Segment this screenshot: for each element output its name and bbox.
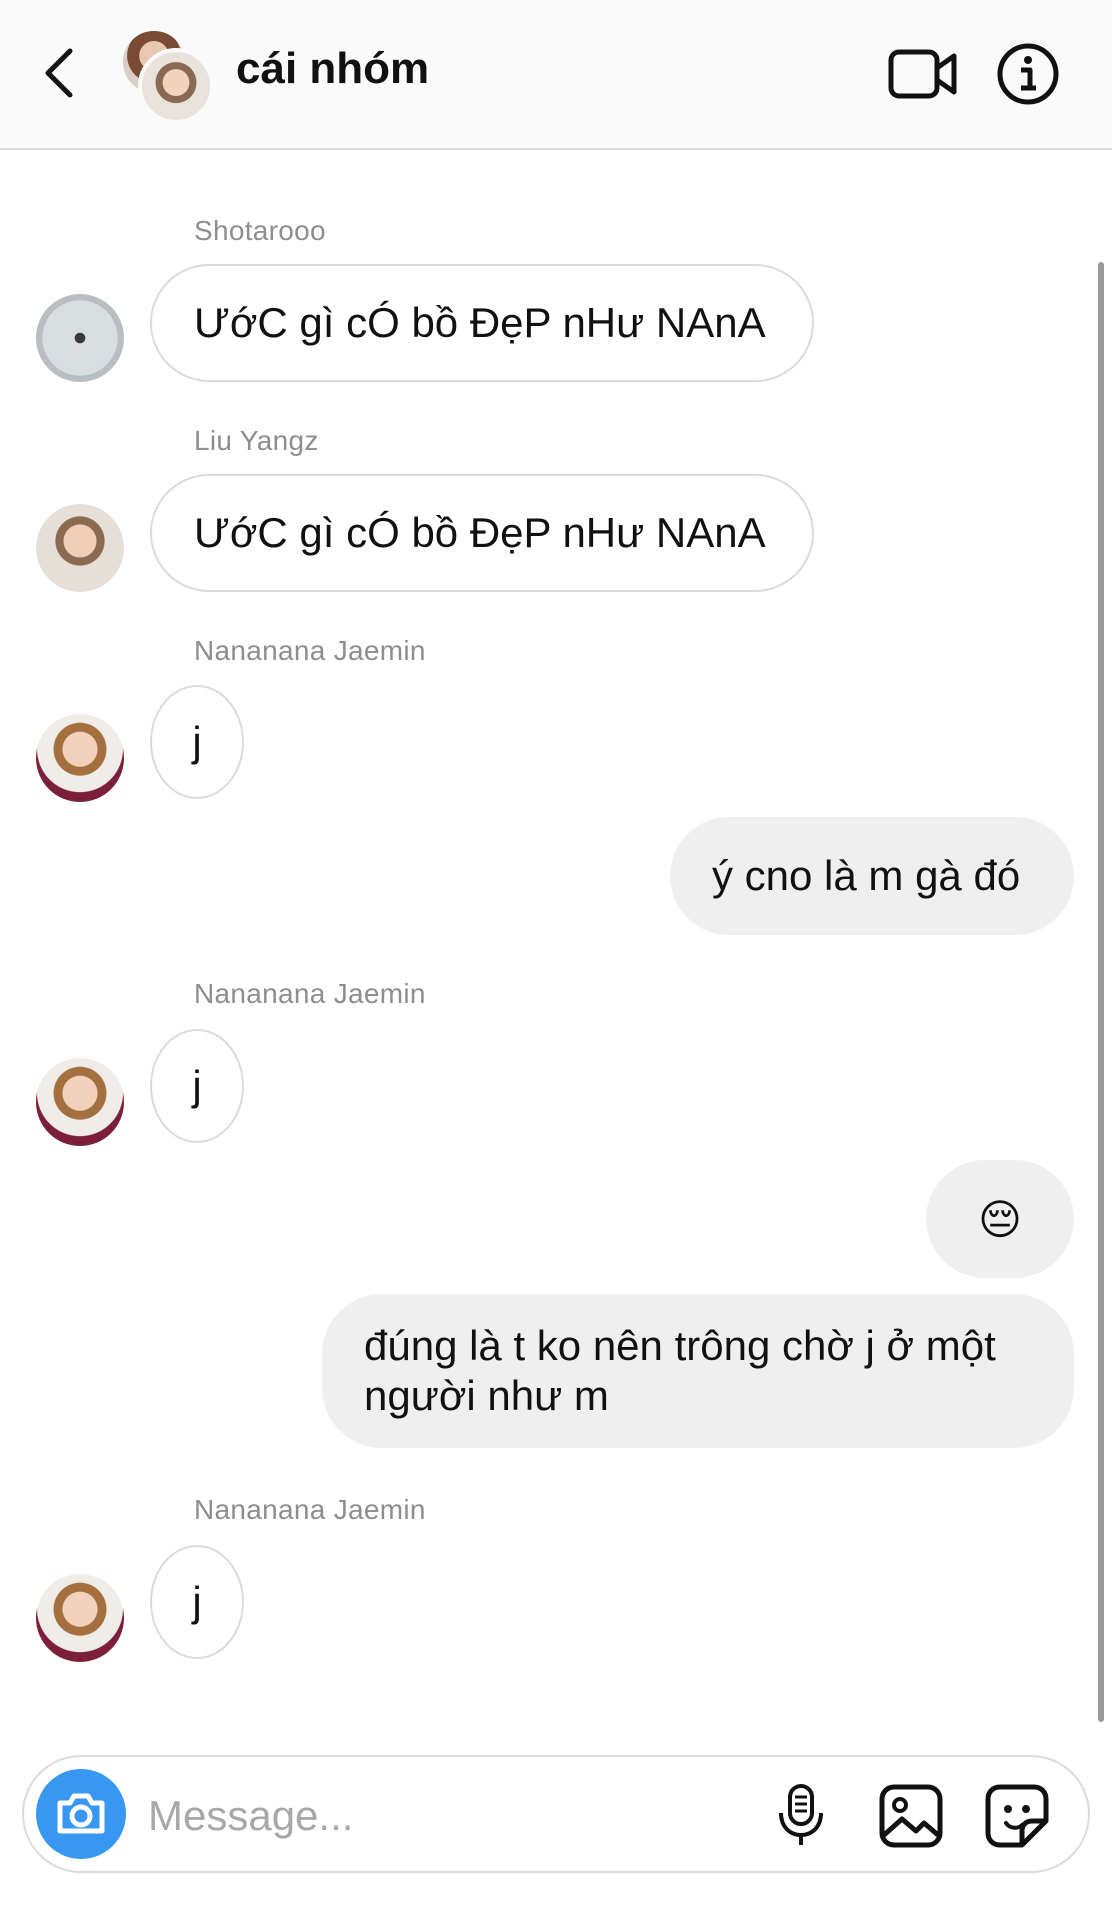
sticker-button[interactable] [984,1783,1050,1849]
message-composer [22,1755,1090,1873]
back-icon [45,48,73,98]
avatar[interactable] [36,714,124,802]
message-list[interactable]: Shotarooo ƯớC gì cÓ bồ ĐẹP nHư NAnA Liu … [0,150,1112,1750]
chat-header: cái nhóm [0,0,1112,150]
message-bubble-incoming[interactable]: j [150,1545,244,1659]
camera-icon [57,1793,105,1834]
sender-name: Nananana Jaemin [194,1494,426,1525]
message-bubble-outgoing[interactable]: đúng là t ko nên trông chờ j ở một người… [322,1294,1074,1448]
message-bubble-outgoing-emoji[interactable]: 😔 [926,1160,1074,1278]
avatar[interactable] [36,1574,124,1662]
sender-name: Nananana Jaemin [194,635,426,666]
sticker-icon [985,1784,1049,1848]
info-icon [997,43,1059,105]
avatar[interactable] [36,294,124,382]
message-input[interactable] [146,1785,650,1847]
microphone-button[interactable] [776,1783,826,1849]
info-button[interactable] [996,42,1060,106]
chat-screen: cái nhóm Shotarooo ƯớC gì cÓ bồ ĐẹP nHư … [0,0,1112,1920]
avatar [138,48,214,124]
gallery-icon [879,1784,943,1848]
message-bubble-incoming[interactable]: ƯớC gì cÓ bồ ĐẹP nHư NAnA [150,264,814,382]
camera-button[interactable] [36,1769,126,1859]
sender-name: Liu Yangz [194,425,319,456]
avatar[interactable] [36,1058,124,1146]
message-bubble-incoming[interactable]: j [150,1029,244,1143]
group-avatar[interactable] [120,28,214,124]
message-bubble-incoming[interactable]: ƯớC gì cÓ bồ ĐẹP nHư NAnA [150,474,814,592]
microphone-icon [779,1784,823,1845]
back-button[interactable] [40,45,80,101]
gallery-button[interactable] [878,1783,944,1849]
chat-title[interactable]: cái nhóm [236,44,429,94]
video-call-button[interactable] [888,48,958,100]
video-call-icon [888,49,957,99]
message-bubble-outgoing[interactable]: ý cno là m gà đó [670,817,1074,935]
sender-name: Nananana Jaemin [194,978,426,1009]
sender-name: Shotarooo [194,215,326,246]
message-bubble-incoming[interactable]: j [150,685,244,799]
scrollbar[interactable] [1098,262,1104,1722]
avatar[interactable] [36,504,124,592]
